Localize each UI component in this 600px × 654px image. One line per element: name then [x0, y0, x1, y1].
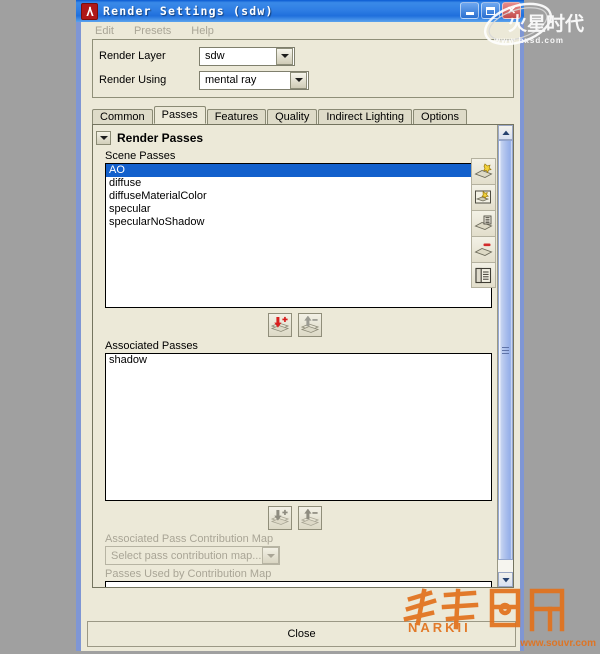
scroll-up-button[interactable]	[498, 125, 513, 140]
pass-tools-toolbar	[471, 158, 496, 288]
pass-delete-icon	[474, 243, 493, 256]
window-controls: ✕	[460, 2, 521, 19]
tab-indirect-lighting[interactable]: Indirect Lighting	[318, 109, 413, 124]
list-item[interactable]: specularNoShadow	[106, 216, 491, 229]
chevron-down-icon	[266, 553, 275, 558]
pass-attributes-button[interactable]	[471, 262, 496, 288]
render-layer-value: sdw	[205, 50, 225, 62]
contribution-map-dropdown[interactable]: Select pass contribution map...	[105, 546, 280, 565]
list-item[interactable]: shadow	[106, 354, 491, 367]
chevron-down-icon	[294, 78, 303, 82]
passes-used-by-map-list[interactable]	[105, 581, 492, 587]
menu-item-help[interactable]: Help	[191, 25, 214, 37]
chevron-down-icon	[501, 577, 510, 582]
scrollbar-track[interactable]	[498, 140, 513, 572]
render-passes-frame-header[interactable]: Render Passes	[96, 128, 497, 147]
associated-passes-list[interactable]: shadow	[105, 353, 492, 501]
duplicate-render-pass-button[interactable]	[471, 210, 496, 236]
passes-panel: Render Passes Scene Passes AO diffuse di…	[92, 124, 514, 588]
scroll-down-button[interactable]	[498, 572, 513, 587]
minimize-icon	[465, 12, 474, 15]
tab-features[interactable]: Features	[206, 109, 267, 124]
maya-render-settings-icon	[81, 2, 98, 20]
scrollbar-thumb[interactable]	[498, 140, 513, 560]
chevron-up-icon	[501, 130, 510, 135]
tab-passes[interactable]: Passes	[153, 106, 206, 124]
dialog-footer: Close	[87, 621, 516, 647]
list-item[interactable]: diffuse	[106, 177, 491, 190]
menu-item-presets[interactable]: Presets	[134, 25, 171, 37]
up-arrow-minus-icon	[301, 316, 319, 333]
settings-tab-bar: Common Passes Features Quality Indirect …	[92, 106, 520, 124]
pass-contribution-map-icon	[475, 190, 491, 204]
disassociate-pass-button[interactable]	[298, 506, 322, 530]
render-using-row: Render Using mental ray	[99, 70, 513, 90]
delete-render-pass-button[interactable]	[471, 236, 496, 262]
watermark-souvr-url: www.souvr.com	[520, 638, 596, 649]
add-pass-to-layer-button[interactable]	[268, 313, 292, 337]
minimize-button[interactable]	[460, 2, 479, 19]
render-layer-row: Render Layer sdw	[99, 46, 513, 66]
close-button[interactable]: Close	[287, 628, 315, 640]
title-bar[interactable]: Render Settings (sdw) ✕	[76, 0, 524, 22]
up-arrow-minus-icon	[301, 509, 319, 526]
down-arrow-plus-icon	[271, 509, 289, 525]
passes-used-by-map-label: Passes Used by Contribution Map	[105, 568, 272, 580]
render-using-dropdown[interactable]: mental ray	[199, 70, 309, 90]
tab-common[interactable]: Common	[92, 109, 153, 124]
maximize-button[interactable]	[481, 2, 500, 19]
menu-item-edit[interactable]: Edit	[95, 25, 114, 37]
render-layer-label: Render Layer	[99, 50, 166, 62]
associate-pass-button[interactable]	[268, 506, 292, 530]
scene-passes-label: Scene Passes	[105, 150, 176, 162]
render-using-value: mental ray	[205, 74, 257, 86]
create-pass-contribution-map-button[interactable]	[471, 184, 496, 210]
associated-passes-label: Associated Passes	[105, 340, 198, 352]
list-item[interactable]: diffuseMaterialColor	[106, 190, 491, 203]
menu-bar: Edit Presets Help	[82, 22, 520, 39]
list-item[interactable]: specular	[106, 203, 491, 216]
create-new-render-pass-button[interactable]	[471, 158, 496, 184]
close-icon: ✕	[506, 4, 517, 17]
chevron-down-icon	[280, 54, 289, 58]
close-window-button[interactable]: ✕	[502, 2, 521, 19]
scrollbar-grip-icon	[502, 345, 509, 356]
remove-pass-from-layer-button[interactable]	[298, 313, 322, 337]
associated-pass-action-buttons	[93, 506, 497, 530]
contribution-map-label: Associated Pass Contribution Map	[105, 533, 274, 545]
contribution-map-value: Select pass contribution map...	[111, 549, 262, 562]
tab-quality[interactable]: Quality	[267, 109, 318, 124]
scene-passes-list[interactable]: AO diffuse diffuseMaterialColor specular…	[105, 163, 492, 308]
down-arrow-plus-icon	[271, 316, 289, 332]
pass-attributes-icon	[475, 267, 492, 283]
chevron-down-icon[interactable]	[96, 130, 111, 145]
window-title: Render Settings (sdw)	[103, 4, 274, 18]
render-layer-dropdown-arrow[interactable]	[276, 47, 293, 65]
list-item[interactable]: AO	[106, 164, 491, 177]
contribution-map-dropdown-arrow[interactable]	[262, 547, 279, 564]
render-passes-frame-title: Render Passes	[117, 130, 204, 145]
scene-pass-action-buttons	[93, 313, 497, 337]
render-layer-dropdown[interactable]: sdw	[199, 46, 295, 66]
render-settings-window: Render Settings (sdw) ✕ Edit Presets Hel…	[76, 0, 524, 651]
render-using-dropdown-arrow[interactable]	[290, 71, 307, 89]
window-client-area: Edit Presets Help Render Layer sdw Rende…	[81, 22, 520, 651]
maximize-icon	[486, 6, 495, 15]
pass-duplicate-icon	[474, 215, 493, 230]
render-using-label: Render Using	[99, 74, 167, 86]
pass-new-icon	[474, 163, 493, 178]
tab-options[interactable]: Options	[413, 109, 467, 124]
passes-panel-content: Render Passes Scene Passes AO diffuse di…	[93, 125, 497, 587]
render-globals-fields: Render Layer sdw Render Using mental ray	[92, 39, 514, 98]
panel-scrollbar[interactable]	[497, 125, 513, 587]
